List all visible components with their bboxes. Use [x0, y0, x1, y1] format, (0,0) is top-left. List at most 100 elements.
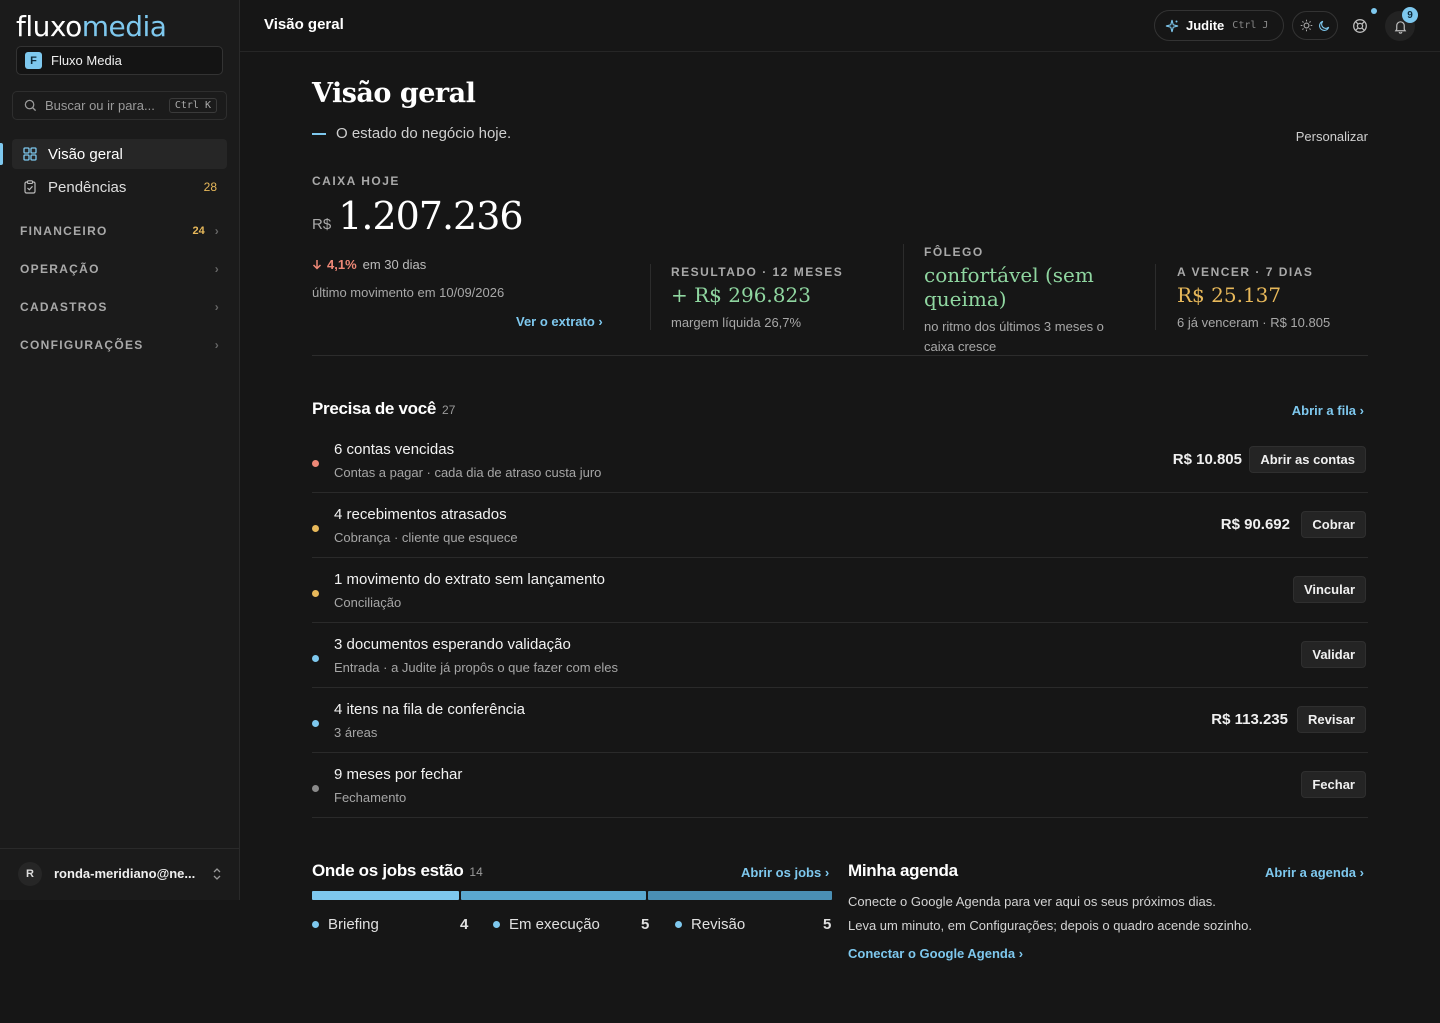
page-title: Visão geral [312, 78, 476, 109]
task-row[interactable]: 6 contas vencidas Contas a pagar · cada … [312, 428, 1368, 493]
legend-value: 4 [460, 916, 469, 933]
agenda-line-1: Conecte o Google Agenda para ver aqui os… [848, 894, 1216, 909]
assistant-shortcut: Ctrl J [1232, 20, 1269, 31]
assistant-name: Judite [1186, 18, 1225, 33]
sidebar-item-visao-geral[interactable]: Visão geral [12, 139, 227, 169]
divider [650, 264, 651, 330]
open-bills-button[interactable]: Abrir as contas [1249, 446, 1366, 473]
section-financeiro[interactable]: FINANCEIRO 24 › [20, 221, 220, 241]
clipboard-icon [24, 180, 36, 194]
divider [312, 355, 1368, 356]
kpi-label: RESULTADO · 12 MESES [671, 265, 844, 279]
task-row[interactable]: 1 movimento do extrato sem lançamento Co… [312, 558, 1368, 623]
connect-google-calendar-link[interactable]: Conectar o Google Agenda › [848, 946, 1023, 961]
status-dot [312, 590, 319, 597]
legend-value: 5 [641, 916, 650, 933]
jobs-bar-segment [647, 891, 832, 900]
pendencias-count: 28 [203, 180, 217, 194]
chevron-right-icon: › [598, 314, 603, 329]
open-queue-label: Abrir a fila [1291, 403, 1357, 418]
page-breadcrumb: Visão geral [264, 16, 344, 33]
task-subtitle: 3 áreas [334, 725, 378, 740]
topbar: Visão geral Judite Ctrl J 9 [240, 0, 1440, 52]
task-title: 6 contas vencidas [334, 441, 455, 458]
task-title: 4 recebimentos atrasados [334, 506, 507, 523]
caixa-delta: 4,1% em 30 dias [312, 257, 426, 272]
subtitle-text: O estado do negócio hoje. [336, 125, 512, 142]
section-cadastros[interactable]: CADASTROS › [20, 297, 220, 317]
kpi-folego: FÔLEGO confortável (sem queima) no ritmo… [924, 245, 1149, 357]
divider [903, 244, 904, 330]
review-button[interactable]: Revisar [1297, 706, 1366, 733]
task-title: 3 documentos esperando validação [334, 636, 571, 653]
sun-icon [1300, 19, 1312, 32]
kpi-label: FÔLEGO [924, 245, 984, 259]
section-label: CONFIGURAÇÕES [20, 338, 144, 352]
search-shortcut: Ctrl K [168, 98, 217, 113]
chevron-right-icon: › [214, 224, 220, 238]
task-row[interactable]: 9 meses por fechar Fechamento Fechar [312, 753, 1368, 818]
help-button[interactable] [1345, 11, 1375, 41]
section-operacao[interactable]: OPERAÇÃO › [20, 259, 220, 279]
section-configuracoes[interactable]: CONFIGURAÇÕES › [20, 335, 220, 355]
kpi-note: 6 já venceram · R$ 10.805 [1177, 315, 1331, 330]
needs-title: Precisa de você [312, 399, 437, 418]
task-row[interactable]: 3 documentos esperando validação Entrada… [312, 623, 1368, 688]
jobs-count: 14 [469, 865, 483, 879]
user-menu[interactable]: R ronda-meridiano@ne... [0, 848, 240, 898]
workspace-switcher[interactable]: F Fluxo Media [16, 46, 223, 75]
kpi-a-vencer: A VENCER · 7 DIAS R$ 25.137 6 já vencera… [1177, 265, 1330, 333]
search-input[interactable]: Buscar ou ir para... Ctrl K [12, 91, 227, 120]
task-subtitle: Cobrança · cliente que esquece [334, 530, 518, 545]
chevron-right-icon: › [1359, 403, 1364, 418]
customize-link[interactable]: Personalizar [1296, 129, 1368, 144]
needs-header: Precisa de você 27 [312, 399, 455, 419]
kpi-value: + R$ 296.823 [671, 283, 811, 307]
caixa-label: CAIXA HOJE [312, 174, 400, 188]
needs-count: 27 [442, 403, 456, 417]
collect-button[interactable]: Cobrar [1301, 511, 1366, 538]
workspace-name: Fluxo Media [51, 53, 122, 68]
task-row[interactable]: 4 recebimentos atrasados Cobrança · clie… [312, 493, 1368, 558]
sidebar-item-label: Pendências [48, 178, 127, 196]
theme-toggle[interactable] [1292, 11, 1338, 40]
notifications-badge: 9 [1402, 7, 1418, 23]
open-agenda-label: Abrir a agenda [1265, 865, 1357, 880]
chevron-right-icon: › [214, 338, 220, 352]
kpi-value: confortável (sem queima) [924, 263, 1094, 311]
jobs-legend-revisao: Revisão 5 [675, 916, 831, 933]
jobs-stage-bar [312, 891, 832, 900]
task-amount: R$ 113.235 [1211, 711, 1288, 728]
open-agenda-link[interactable]: Abrir a agenda › [1265, 865, 1364, 880]
status-dot [312, 525, 319, 532]
chevron-right-icon: › [1359, 865, 1364, 880]
extrato-label: Ver o extrato [516, 314, 595, 329]
open-jobs-link[interactable]: Abrir os jobs › [741, 865, 829, 880]
task-subtitle: Contas a pagar · cada dia de atraso cust… [334, 465, 602, 480]
subtitle-dash [312, 132, 326, 135]
financeiro-count: 24 [192, 225, 205, 237]
validate-button[interactable]: Validar [1301, 641, 1366, 668]
caixa-currency: R$ [312, 216, 332, 233]
status-dot [312, 460, 319, 467]
extrato-link[interactable]: Ver o extrato › [516, 314, 603, 329]
sidebar: fluxomedia F Fluxo Media Buscar ou ir pa… [0, 0, 240, 900]
task-row[interactable]: 4 itens na fila de conferência 3 áreas R… [312, 688, 1368, 753]
assistant-button[interactable]: Judite Ctrl J [1154, 10, 1284, 41]
delta-suffix: em 30 dias [362, 257, 427, 272]
close-period-button[interactable]: Fechar [1301, 771, 1366, 798]
chevron-right-icon: › [214, 262, 220, 276]
task-subtitle: Fechamento [334, 790, 407, 805]
caixa-amount: 1.207.236 [338, 194, 523, 238]
last-movement: último movimento em 10/09/2026 [312, 285, 505, 300]
link-button[interactable]: Vincular [1292, 576, 1366, 603]
task-title: 9 meses por fechar [334, 766, 463, 783]
search-icon [24, 99, 37, 112]
open-queue-link[interactable]: Abrir a fila › [1292, 403, 1364, 418]
task-title: 4 itens na fila de conferência [334, 701, 525, 718]
logo[interactable]: fluxomedia [16, 10, 167, 43]
jobs-legend-briefing: Briefing 4 [312, 916, 468, 933]
sidebar-item-pendencias[interactable]: Pendências 28 [12, 172, 227, 202]
divider [1155, 264, 1156, 330]
grid-icon [23, 147, 37, 161]
